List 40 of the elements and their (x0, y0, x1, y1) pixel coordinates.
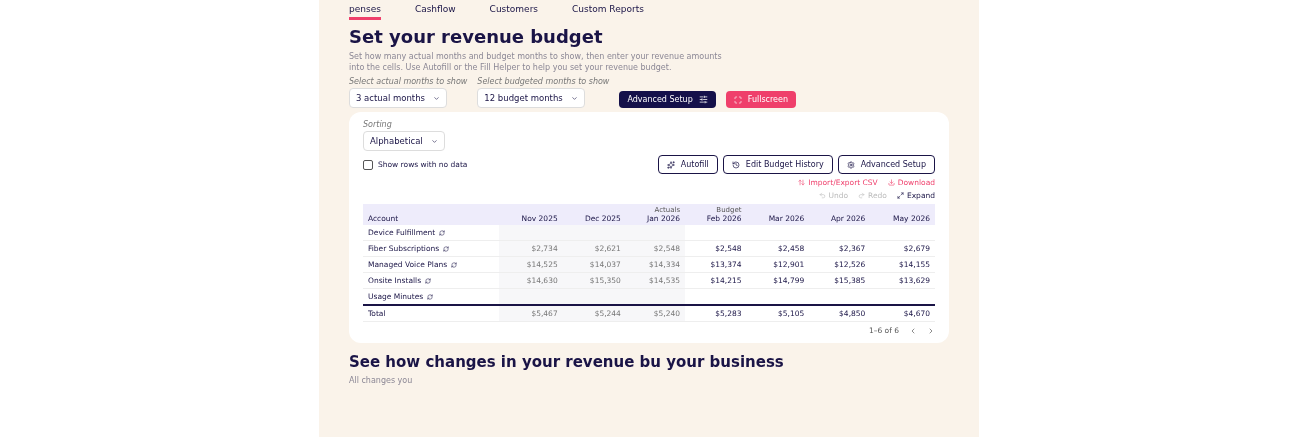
section-text: All changes you (349, 375, 414, 387)
caret-icon (433, 94, 440, 102)
field-label: Sorting (363, 120, 392, 130)
field-label: Select actual months to show (349, 77, 468, 87)
nav-tab[interactable]: Cashflow (414, 4, 456, 20)
nav-tab[interactable]: Customers (489, 4, 538, 20)
refresh-icon[interactable] (451, 261, 458, 268)
download-icon (887, 179, 895, 187)
arrows-icon (798, 179, 806, 187)
sparkles-icon (666, 160, 675, 169)
sorting-select[interactable]: Alphabetical (363, 131, 445, 152)
expand-icon (896, 192, 904, 200)
fullscreen-icon (733, 95, 742, 104)
redo-icon (858, 192, 866, 200)
action-button[interactable]: Autofill (657, 155, 718, 175)
checkbox[interactable] (363, 159, 373, 170)
refresh-icon[interactable] (427, 293, 434, 300)
undo-icon (818, 192, 826, 200)
refresh-icon[interactable] (443, 245, 450, 252)
fullscreen-button[interactable]: Fullscreen (725, 91, 796, 109)
action-button[interactable]: Edit Budget History (722, 155, 833, 175)
section-title: See how changes in your revenue bu your business (349, 353, 784, 372)
page-title: Set your revenue budget (349, 26, 603, 47)
next-icon[interactable] (927, 326, 935, 335)
advanced-setup-button[interactable]: Advanced Setup (619, 91, 716, 109)
caret-icon (430, 137, 438, 145)
sliders-icon (698, 95, 708, 105)
field-label: Select budgeted months to show (477, 77, 610, 87)
nav-tab[interactable]: penses (349, 4, 381, 20)
page-description: Set how many actual months and budget months to show, then enter your revenue amounts into the cells. Use Autofill or the Fill Helper to help you set your revenue budget. (349, 51, 723, 74)
refresh-icon[interactable] (425, 277, 432, 284)
action-button[interactable]: Advanced Setup (837, 155, 935, 175)
previous-icon[interactable] (909, 326, 917, 335)
caret-icon (570, 94, 578, 102)
gear-icon (846, 160, 855, 169)
refresh-icon[interactable] (439, 229, 446, 236)
months-select[interactable]: 3 actual months (349, 88, 447, 109)
nav-tab[interactable]: Custom Reports (572, 4, 644, 20)
months-select[interactable]: 12 budget months (477, 88, 585, 109)
history-icon (731, 160, 740, 169)
